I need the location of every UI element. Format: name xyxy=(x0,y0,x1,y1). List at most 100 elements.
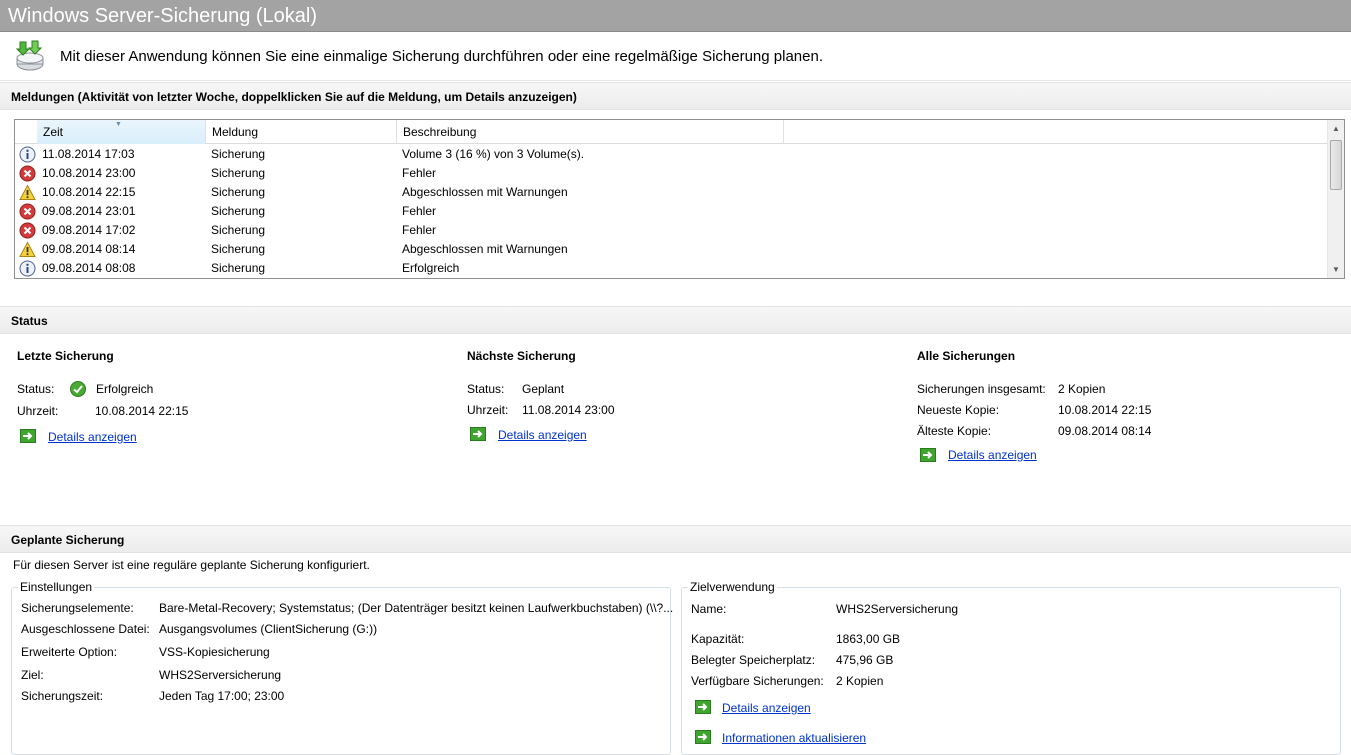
scheduled-intro: Für diesen Server ist eine reguläre gepl… xyxy=(13,558,370,572)
column-time-label: Zeit xyxy=(43,125,64,139)
intro-panel: Mit dieser Anwendung können Sie eine ein… xyxy=(0,33,1351,81)
settings-legend: Einstellungen xyxy=(18,580,95,594)
all-oldest-label: Älteste Kopie: xyxy=(917,424,992,438)
all-oldest-value: 09.08.2014 08:14 xyxy=(1058,424,1152,438)
row-message: Sicherung xyxy=(211,261,266,275)
row-description: Abgeschlossen mit Warnungen xyxy=(402,185,568,199)
next-status-label: Status: xyxy=(467,382,505,396)
row-time: 09.08.2014 23:01 xyxy=(42,204,136,218)
arrow-right-icon[interactable] xyxy=(695,700,711,714)
column-message-label: Meldung xyxy=(212,125,259,139)
table-row[interactable]: 10.08.2014 23:00 Sicherung Fehler xyxy=(15,164,1328,183)
arrow-right-icon[interactable] xyxy=(20,429,36,443)
row-description: Fehler xyxy=(402,166,437,180)
messages-header-label: Meldungen (Aktivität von letzter Woche, … xyxy=(11,90,577,104)
scheduled-header-label: Geplante Sicherung xyxy=(11,533,125,547)
arrow-right-icon[interactable] xyxy=(470,427,486,441)
info-icon xyxy=(19,260,36,277)
backup-time-label: Sicherungszeit: xyxy=(21,689,104,703)
scheduled-header: Geplante Sicherung xyxy=(0,525,1351,553)
info-icon xyxy=(19,146,36,163)
last-status-value: Erfolgreich xyxy=(96,382,154,396)
table-row[interactable]: 09.08.2014 08:14 Sicherung Abgeschlossen m… xyxy=(15,240,1328,259)
next-time-label: Uhrzeit: xyxy=(467,403,509,417)
row-message: Sicherung xyxy=(211,223,266,237)
status-header: Status xyxy=(0,306,1351,334)
intro-text: Mit dieser Anwendung können Sie eine ein… xyxy=(60,48,823,65)
sort-arrow-icon: ▼ xyxy=(115,121,122,128)
row-message: Sicherung xyxy=(211,185,266,199)
scroll-down-icon[interactable]: ▼ xyxy=(1328,261,1344,278)
row-message: Sicherung xyxy=(211,147,266,161)
arrow-right-icon[interactable] xyxy=(920,448,936,462)
target-usage-legend: Zielverwendung xyxy=(688,580,777,594)
next-status-value: Geplant xyxy=(522,382,565,396)
row-time: 09.08.2014 17:02 xyxy=(42,223,136,237)
refresh-info-link[interactable]: Informationen aktualisieren xyxy=(722,731,866,745)
target-details-link[interactable]: Details anzeigen xyxy=(722,701,811,715)
excluded-label: Ausgeschlossene Datei: xyxy=(21,622,150,636)
row-description: Abgeschlossen mit Warnungen xyxy=(402,242,568,256)
table-row[interactable]: 10.08.2014 22:15 Sicherung Abgeschlossen m… xyxy=(15,183,1328,202)
used-space-value: 475,96 GB xyxy=(836,653,894,667)
row-description: Fehler xyxy=(402,204,437,218)
row-message: Sicherung xyxy=(211,166,266,180)
all-total-value: 2 Kopien xyxy=(1058,382,1106,396)
table-row[interactable]: 09.08.2014 23:01 Sicherung Fehler xyxy=(15,202,1328,221)
backup-app-icon xyxy=(15,40,44,71)
messages-scrollbar[interactable]: ▲ ▼ xyxy=(1327,120,1344,278)
settings-group: Einstellungen Sicherungselemente: Bare-M… xyxy=(11,580,674,755)
row-time: 10.08.2014 23:00 xyxy=(42,166,136,180)
row-message: Sicherung xyxy=(211,204,266,218)
error-icon xyxy=(19,165,36,182)
row-message: Sicherung xyxy=(211,242,266,256)
row-time: 11.08.2014 17:03 xyxy=(42,147,135,161)
error-icon xyxy=(19,222,36,239)
column-description-label: Beschreibung xyxy=(403,125,477,139)
all-total-label: Sicherungen insgesamt: xyxy=(917,382,1046,396)
warning-icon xyxy=(19,184,36,200)
advanced-label: Erweiterte Option: xyxy=(21,645,118,659)
capacity-value: 1863,00 GB xyxy=(836,632,901,646)
excluded-value: Ausgangsvolumes (ClientSicherung (G:)) xyxy=(159,622,378,636)
table-row[interactable]: 09.08.2014 08:08 Sicherung Erfolgreich xyxy=(15,259,1328,278)
all-newest-value: 10.08.2014 22:15 xyxy=(1058,403,1152,417)
items-value: Bare-Metal-Recovery; Systemstatus; (Der … xyxy=(159,601,674,615)
next-time-value: 11.08.2014 23:00 xyxy=(522,403,615,417)
table-row[interactable]: 11.08.2014 17:03 Sicherung Volume 3 (16 %)… xyxy=(15,145,1328,164)
capacity-label: Kapazität: xyxy=(691,632,745,646)
last-details-link[interactable]: Details anzeigen xyxy=(48,430,137,444)
all-newest-label: Neueste Kopie: xyxy=(917,403,1000,417)
next-details-link[interactable]: Details anzeigen xyxy=(498,428,587,442)
backup-time-value: Jeden Tag 17:00; 23:00 xyxy=(159,689,285,703)
row-time: 09.08.2014 08:08 xyxy=(42,261,136,275)
column-message[interactable]: Meldung xyxy=(206,120,397,144)
arrow-right-icon[interactable] xyxy=(695,730,711,744)
row-description: Volume 3 (16 %) von 3 Volume(s). xyxy=(402,147,585,161)
target-usage-group: Zielverwendung Name: WHS2Serversicherung… xyxy=(681,580,1341,755)
success-check-icon xyxy=(70,381,86,397)
scroll-thumb[interactable] xyxy=(1330,140,1342,190)
scroll-up-icon[interactable]: ▲ xyxy=(1328,120,1344,137)
messages-column-header: ▼ Zeit Meldung Beschreibung xyxy=(15,120,1328,144)
row-description: Erfolgreich xyxy=(402,261,460,275)
items-label: Sicherungselemente: xyxy=(21,601,134,615)
row-time: 09.08.2014 08:14 xyxy=(42,242,136,256)
warning-icon xyxy=(19,241,36,257)
used-space-label: Belegter Speicherplatz: xyxy=(691,653,816,667)
window-title: Windows Server-Sicherung (Lokal) xyxy=(8,5,318,27)
advanced-value: VSS-Kopiesicherung xyxy=(159,645,270,659)
target-value: WHS2Serversicherung xyxy=(159,668,282,682)
messages-list[interactable]: ▼ Zeit Meldung Beschreibung 11.08.2014 1… xyxy=(14,119,1345,279)
last-time-value: 10.08.2014 22:15 xyxy=(95,404,189,418)
table-row[interactable]: 09.08.2014 17:02 Sicherung Fehler xyxy=(15,221,1328,240)
last-time-label: Uhrzeit: xyxy=(17,404,59,418)
status-header-label: Status xyxy=(11,314,48,328)
column-description[interactable]: Beschreibung xyxy=(397,120,784,144)
all-details-link[interactable]: Details anzeigen xyxy=(948,448,1037,462)
row-description: Fehler xyxy=(402,223,437,237)
row-time: 10.08.2014 22:15 xyxy=(42,185,136,199)
last-backup-title: Letzte Sicherung xyxy=(17,349,114,363)
column-time[interactable]: ▼ Zeit xyxy=(37,120,206,144)
target-label: Ziel: xyxy=(21,668,44,682)
